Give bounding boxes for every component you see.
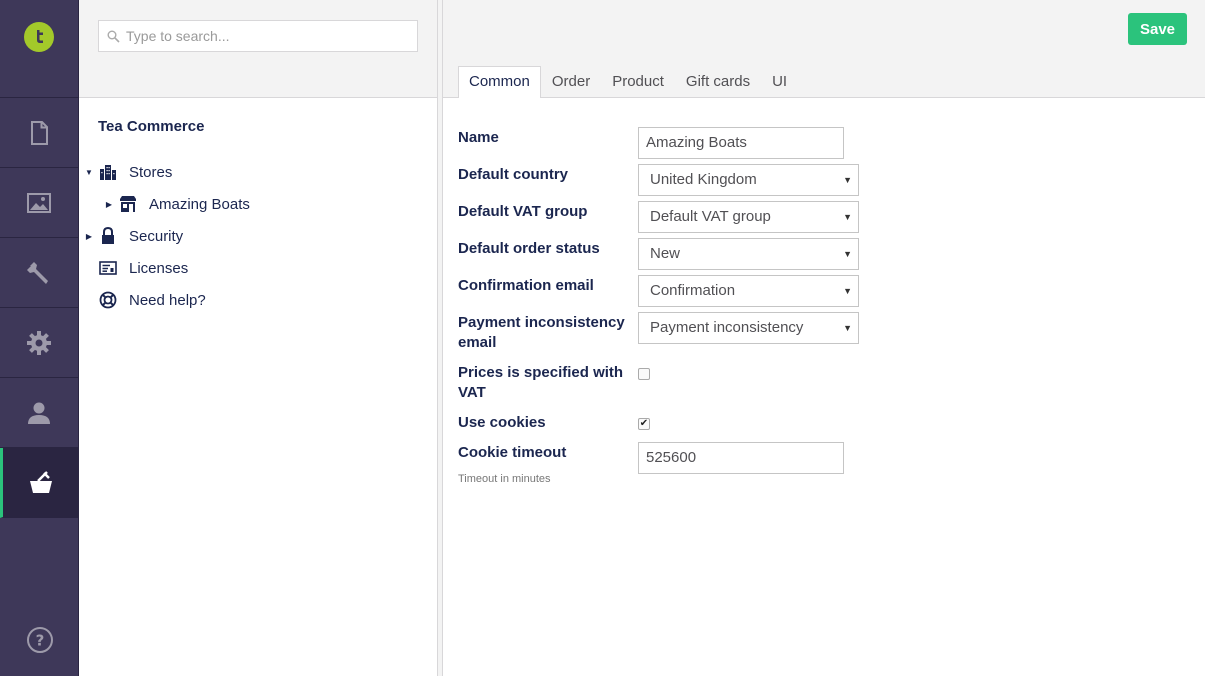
lifebuoy-icon [98, 291, 118, 309]
tab-order[interactable]: Order [541, 66, 601, 98]
logo-icon[interactable] [24, 22, 54, 52]
confirmation-email-row: Confirmation email Confirmation ▼ [458, 274, 1205, 311]
tree-node-stores[interactable]: ▼ Stores [79, 156, 437, 188]
tree-header [79, 0, 437, 98]
tab-product[interactable]: Product [601, 66, 675, 98]
tree-node-label: Amazing Boats [149, 195, 250, 213]
search-box[interactable] [98, 20, 418, 52]
caret-right-icon[interactable]: ▶ [83, 230, 95, 242]
name-label: Name [458, 129, 499, 146]
section-media[interactable] [0, 168, 78, 238]
default-vat-group-select[interactable]: Default VAT group ▼ [638, 201, 859, 233]
cookie-timeout-description: Timeout in minutes [458, 473, 551, 485]
default-order-status-select[interactable]: New ▼ [638, 238, 859, 270]
tree-node-need-help[interactable]: Need help? [79, 284, 437, 316]
chevron-down-icon: ▼ [843, 249, 852, 259]
svg-text:?: ? [35, 632, 44, 650]
lock-icon [98, 227, 118, 245]
wrench-icon [27, 261, 48, 284]
tree-node-amazing-boats[interactable]: ▶ Amazing Boats [79, 188, 437, 220]
caret-down-icon[interactable]: ▼ [83, 166, 95, 178]
chevron-down-icon: ▼ [843, 175, 852, 185]
tree-node-label: Licenses [129, 259, 189, 277]
editor-panel: Save Common Order Product Gift cards UI … [443, 0, 1205, 676]
payment-inconsistency-label: Payment inconsistency email [458, 313, 638, 361]
user-icon [28, 402, 50, 424]
stores-icon [98, 163, 118, 181]
save-button[interactable]: Save [1128, 13, 1187, 45]
tree-node-label: Stores [129, 163, 173, 181]
caret-right-icon[interactable]: ▶ [103, 198, 115, 210]
search-icon [107, 30, 120, 43]
section-settings[interactable] [0, 238, 78, 308]
label-line: Cookie timeout [458, 444, 567, 461]
cookie-timeout-input[interactable]: 525600 [638, 442, 844, 474]
tab-bar: Common Order Product Gift cards UI [458, 66, 798, 98]
section-users[interactable] [0, 378, 78, 448]
section-content[interactable] [0, 98, 78, 168]
cookie-timeout-label: Cookie timeout Timeout in minutes [458, 443, 638, 491]
editor-header: Save Common Order Product Gift cards UI [443, 0, 1205, 98]
prices-with-vat-checkbox[interactable] [638, 368, 650, 380]
search-input[interactable] [126, 28, 406, 44]
chevron-down-icon: ▼ [843, 212, 852, 222]
tree-node-label: Security [129, 227, 184, 245]
chevron-down-icon: ▼ [843, 286, 852, 296]
logo-area [0, 0, 78, 98]
default-order-status-row: Default order status New ▼ [458, 237, 1205, 274]
label-line: Prices is specified with [458, 364, 624, 381]
default-vat-group-value: Default VAT group [650, 208, 771, 225]
tab-gift-cards[interactable]: Gift cards [675, 66, 761, 98]
section-sidebar: ? [0, 0, 79, 676]
section-developer[interactable] [0, 308, 78, 378]
payment-inconsistency-select[interactable]: Payment inconsistency ▼ [638, 312, 859, 344]
use-cookies-row: Use cookies ✔ [458, 411, 1205, 441]
checkmark-icon: ✔ [639, 418, 649, 429]
store-icon [118, 195, 138, 213]
label-line: Payment inconsistency [458, 314, 625, 331]
name-row: Name Amazing Boats [458, 126, 1205, 163]
use-cookies-checkbox[interactable]: ✔ [638, 418, 650, 430]
prices-with-vat-row: Prices is specified with VAT [458, 361, 1205, 411]
tree-node-label: Need help? [129, 291, 206, 309]
confirmation-email-value: Confirmation [650, 282, 736, 299]
tab-ui[interactable]: UI [761, 66, 798, 98]
tree-node-licenses[interactable]: Licenses [79, 252, 437, 284]
confirmation-email-label: Confirmation email [458, 277, 594, 294]
payment-inconsistency-row: Payment inconsistency email Payment inco… [458, 311, 1205, 361]
default-country-value: United Kingdom [650, 171, 757, 188]
default-order-status-value: New [650, 245, 681, 262]
tree-title: Tea Commerce [98, 118, 205, 135]
use-cookies-label: Use cookies [458, 414, 546, 431]
gear-icon [27, 330, 51, 355]
default-order-status-label: Default order status [458, 240, 600, 257]
name-input[interactable]: Amazing Boats [638, 127, 844, 159]
tab-common[interactable]: Common [458, 66, 541, 98]
label-line: email [458, 334, 497, 351]
default-country-label: Default country [458, 166, 569, 183]
license-icon [98, 259, 118, 277]
tree-node-security[interactable]: ▶ Security [79, 220, 437, 252]
default-country-row: Default country United Kingdom ▼ [458, 163, 1205, 200]
chevron-down-icon: ▼ [843, 323, 852, 333]
default-country-select[interactable]: United Kingdom ▼ [638, 164, 859, 196]
payment-inconsistency-value: Payment inconsistency [650, 319, 804, 336]
question-icon: ? [26, 627, 53, 653]
label-line: VAT [458, 384, 486, 401]
image-icon [27, 192, 51, 213]
cookie-timeout-row: Cookie timeout Timeout in minutes 525600 [458, 441, 1205, 491]
confirmation-email-select[interactable]: Confirmation ▼ [638, 275, 859, 307]
default-vat-group-label: Default VAT group [458, 203, 588, 220]
tree-panel: Tea Commerce ▼ Stores ▶ Amazing Boats ▶ … [79, 0, 438, 676]
settings-form: Name Amazing Boats Default country Unite… [443, 98, 1205, 491]
basket-icon [29, 470, 52, 493]
document-icon [31, 120, 48, 145]
prices-with-vat-label: Prices is specified with VAT [458, 363, 638, 411]
help-button[interactable]: ? [0, 626, 79, 654]
default-vat-group-row: Default VAT group Default VAT group ▼ [458, 200, 1205, 237]
section-tea-commerce[interactable] [0, 448, 78, 518]
